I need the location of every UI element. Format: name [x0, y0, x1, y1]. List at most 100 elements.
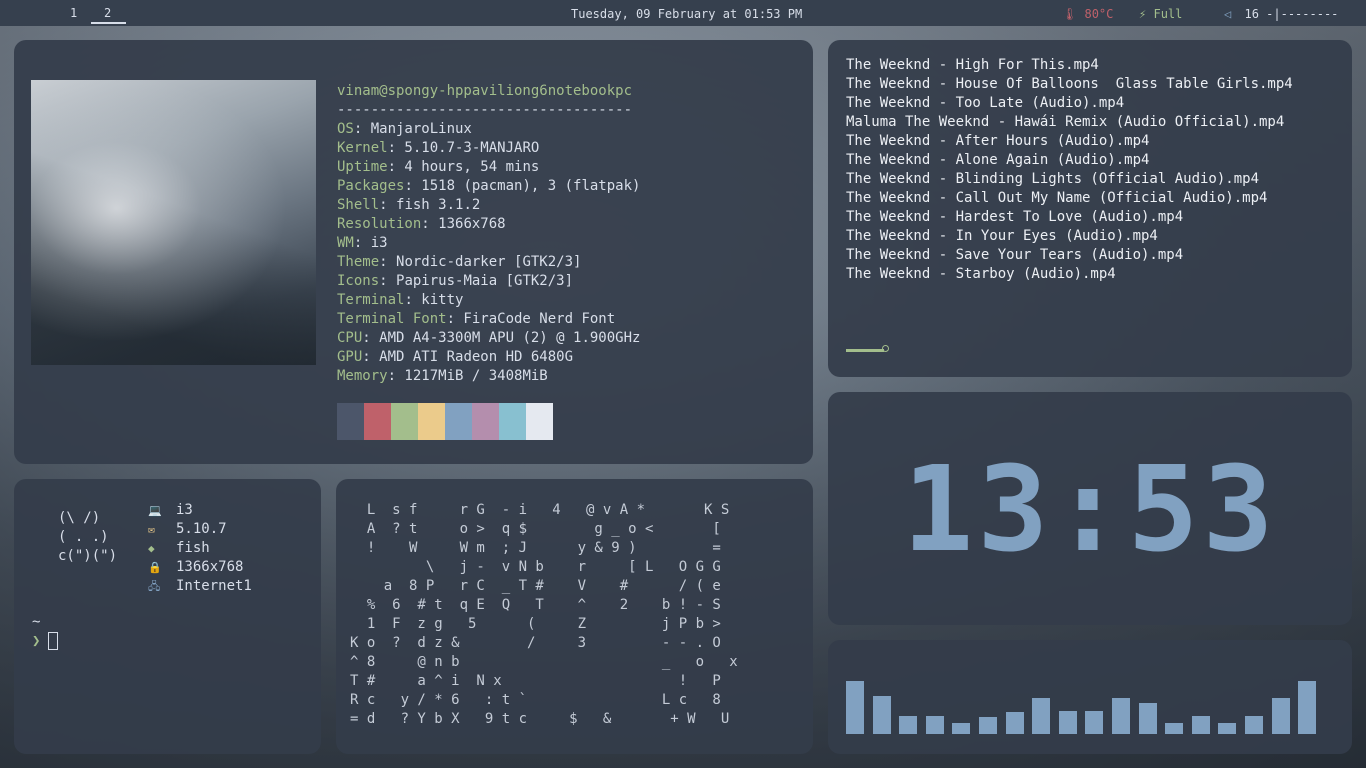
temperature-value: 80°C — [1084, 7, 1114, 21]
mail-icon: ✉ — [148, 523, 155, 536]
playlist-track[interactable]: The Weeknd - Too Late (Audio).mp4 — [846, 94, 1293, 113]
pfetch-row: 💻 i3 — [148, 501, 252, 520]
battery-charging-icon: ⚡ — [1139, 7, 1147, 21]
color-swatch — [391, 403, 418, 440]
diamond-icon: ◆ — [148, 542, 155, 555]
battery-status: ⚡ Full — [1139, 7, 1182, 21]
visualizer-bar — [1245, 716, 1263, 734]
color-swatch — [472, 403, 499, 440]
clock-time: 13:53 — [902, 439, 1278, 578]
color-swatch — [499, 403, 526, 440]
info-key: WM — [337, 235, 354, 251]
prompt-arrow: ❯ — [32, 633, 41, 649]
pfetch-value: Internet1 — [176, 578, 252, 594]
volume-value: 16 — [1244, 7, 1259, 21]
neofetch-terminal[interactable]: vinam@spongy-hppaviliong6notebookpc ----… — [14, 40, 813, 464]
pfetch-value: 1366x768 — [176, 559, 244, 575]
pfetch-info: 💻 i3 ✉ 5.10.7 ◆ fish 🔒 1366x768 🖧 Internet1 — [148, 501, 252, 596]
speaker-icon: ◁ — [1224, 7, 1232, 21]
visualizer-bar — [1058, 711, 1077, 734]
visualizer-bar — [1085, 711, 1104, 734]
info-key: Packages — [337, 178, 405, 194]
info-key: Terminal Font — [337, 311, 447, 327]
pfetch-row: 🔒 1366x768 — [148, 558, 252, 577]
user-host: vinam@spongy-hppaviliong6notebookpc — [337, 83, 633, 99]
info-key: Resolution — [337, 216, 422, 232]
info-key: Uptime — [337, 159, 388, 175]
visualizer-bar — [925, 716, 944, 734]
pfetch-value: fish — [176, 540, 210, 556]
playback-progress-knob[interactable] — [882, 345, 889, 352]
track-list: The Weeknd - High For This.mp4 The Weeknd… — [846, 56, 1293, 284]
matrix-rain-terminal[interactable]: L s f r G - i 4 @ v A * K S A ? t o > q … — [336, 479, 813, 754]
info-value: : 1366x768 — [421, 216, 506, 232]
info-value: : ManjaroLinux — [353, 121, 472, 137]
color-swatch — [526, 403, 553, 440]
pfetch-value: i3 — [176, 502, 193, 518]
temperature-status: 🌡 80°C — [1062, 7, 1113, 21]
bunny-ascii-art: (\ /) ( . .) c(")(") — [58, 510, 118, 564]
info-key: OS — [337, 121, 354, 137]
playlist-track[interactable]: The Weeknd - Save Your Tears (Audio).mp4 — [846, 246, 1293, 265]
music-playlist[interactable]: The Weeknd - High For This.mp4 The Weeknd… — [828, 40, 1352, 377]
visualizer-bar — [1191, 716, 1210, 734]
color-swatch — [445, 403, 472, 440]
shell-prompt[interactable]: ~ ❯ — [32, 613, 59, 651]
color-swatch — [337, 403, 364, 440]
wallpaper-thumbnail-image — [31, 80, 316, 365]
audio-visualizer — [828, 640, 1352, 754]
info-value: : Papirus-Maia [GTK2/3] — [379, 273, 574, 289]
playlist-track[interactable]: The Weeknd - High For This.mp4 — [846, 56, 1293, 75]
visualizer-bars — [846, 674, 1336, 734]
matrix-characters: L s f r G - i 4 @ v A * K S A ? t o > q … — [350, 502, 738, 727]
visualizer-bar — [1138, 703, 1157, 734]
visualizer-bar — [1005, 712, 1024, 734]
visualizer-bar — [1298, 681, 1317, 734]
pfetch-value: 5.10.7 — [176, 521, 227, 537]
workspace-2-button[interactable]: 2 — [104, 6, 111, 20]
playlist-track[interactable]: The Weeknd - After Hours (Audio).mp4 — [846, 132, 1293, 151]
info-value: : AMD A4-3300M APU (2) @ 1.900GHz — [362, 330, 641, 346]
playlist-track[interactable]: The Weeknd - Starboy (Audio).mp4 — [846, 265, 1293, 284]
info-key: Shell — [337, 197, 380, 213]
playlist-track[interactable]: The Weeknd - House Of Balloons Glass Tab… — [846, 75, 1293, 94]
info-key: Terminal — [337, 292, 405, 308]
info-value: : fish 3.1.2 — [379, 197, 481, 213]
pfetch-terminal[interactable]: (\ /) ( . .) c(")(") 💻 i3 ✉ 5.10.7 ◆ fish 🔒 136… — [14, 479, 321, 754]
visualizer-bar — [1271, 698, 1290, 734]
playlist-track[interactable]: The Weeknd - In Your Eyes (Audio).mp4 — [846, 227, 1293, 246]
workspace-1-button[interactable]: 1 — [70, 6, 77, 20]
pfetch-row: 🖧 Internet1 — [148, 577, 252, 596]
thermometer-icon: 🌡 — [1062, 7, 1078, 21]
info-key: Memory — [337, 368, 388, 384]
prompt-directory: ~ — [32, 614, 41, 630]
playlist-track[interactable]: Maluma The Weeknd - Hawái Remix (Audio O… — [846, 113, 1293, 132]
playback-progress-bar[interactable] — [846, 349, 884, 352]
visualizer-bar — [1218, 723, 1237, 734]
info-key: Kernel — [337, 140, 388, 156]
top-bar: 1 2 Tuesday, 09 February at 01:53 PM 🌡 8… — [0, 0, 1366, 26]
laptop-icon: 💻 — [148, 504, 162, 517]
playlist-track[interactable]: The Weeknd - Hardest To Love (Audio).mp4 — [846, 208, 1293, 227]
pfetch-row: ✉ 5.10.7 — [148, 520, 252, 539]
visualizer-bar — [952, 723, 971, 734]
playlist-track[interactable]: The Weeknd - Alone Again (Audio).mp4 — [846, 151, 1293, 170]
volume-control[interactable]: ◁ 16 -|-------- — [1224, 7, 1338, 21]
playlist-track[interactable]: The Weeknd - Blinding Lights (Official A… — [846, 170, 1293, 189]
visualizer-bar — [846, 681, 864, 734]
color-swatch — [418, 403, 445, 440]
visualizer-bar — [979, 717, 997, 734]
info-value: : AMD ATI Radeon HD 6480G — [362, 349, 574, 365]
color-palette — [337, 403, 553, 440]
playlist-track[interactable]: The Weeknd - Call Out My Name (Official … — [846, 189, 1293, 208]
terminal-cursor[interactable] — [48, 632, 59, 650]
lock-icon: 🔒 — [148, 561, 162, 574]
info-value: : kitty — [404, 292, 464, 308]
info-value: : Nordic-darker [GTK2/3] — [379, 254, 582, 270]
info-key: Icons — [337, 273, 380, 289]
info-value: : 5.10.7-3-MANJARO — [387, 140, 540, 156]
active-workspace-indicator — [91, 22, 126, 24]
battery-value: Full — [1153, 7, 1183, 21]
visualizer-bar — [899, 716, 918, 734]
volume-bar[interactable]: -|-------- — [1266, 7, 1338, 21]
